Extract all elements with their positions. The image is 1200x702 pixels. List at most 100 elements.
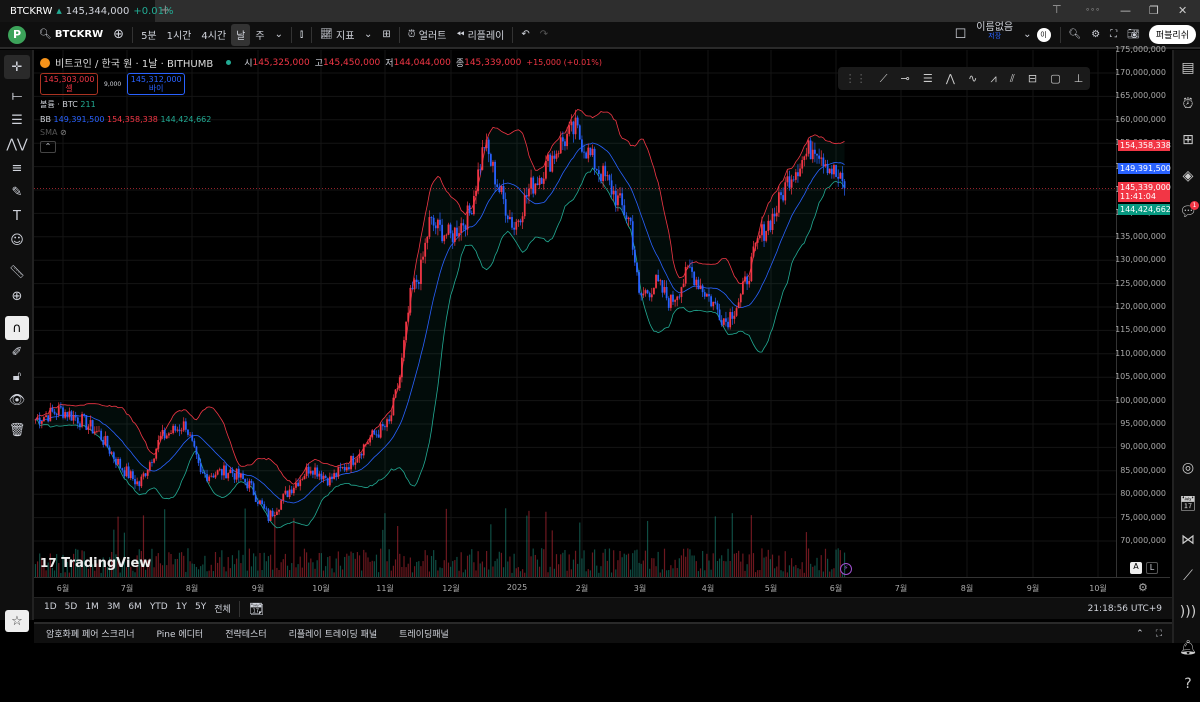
interval-1d[interactable]: 날: [231, 23, 251, 46]
timezone-goto-icon[interactable]: ⚡: [840, 563, 852, 575]
chart-type-button[interactable]: ⫾: [295, 24, 308, 46]
interval-1w[interactable]: 주: [250, 24, 269, 46]
more-button[interactable]: ∘∘∘: [1085, 5, 1100, 14]
range-1d[interactable]: 1D: [44, 602, 57, 615]
wave-icon[interactable]: ∿: [968, 72, 977, 85]
help-button[interactable]: ?: [1174, 666, 1200, 702]
fullscreen-button[interactable]: ⛶: [1105, 24, 1122, 46]
ideas-button[interactable]: ⟋: [1174, 558, 1200, 594]
interval-5m[interactable]: 5분: [136, 24, 162, 46]
bb-legend[interactable]: BB 149,391,500 154,358,338 144,424,662: [40, 115, 602, 124]
price-axis[interactable]: 175,000,000 170,000,000 165,000,000 160,000…: [1115, 45, 1171, 577]
interval-dropdown[interactable]: ⌄: [270, 24, 288, 46]
range-5d[interactable]: 5D: [65, 602, 78, 615]
fib-tool[interactable]: ☰: [0, 108, 34, 132]
templates-button[interactable]: ⊞: [377, 24, 395, 46]
profile-avatar[interactable]: P: [8, 25, 26, 44]
maximize-panel-button[interactable]: ⛶: [1156, 629, 1162, 639]
calendar-button[interactable]: 📅︎: [1174, 486, 1200, 522]
delete-drawings-tool[interactable]: 🗑︎: [0, 418, 34, 442]
chart-tab[interactable]: BTCKRW ▲ 145,344,000 +0.01%: [0, 0, 174, 22]
minimize-button[interactable]: —: [1120, 4, 1131, 17]
watchlist-star-button[interactable]: ☆: [5, 610, 29, 632]
alert-button[interactable]: ⏰︎ 얼러트: [403, 24, 452, 46]
range-ytd[interactable]: YTD: [150, 602, 168, 615]
volume-legend[interactable]: 볼륨 · BTC 211: [40, 99, 602, 110]
range-전체[interactable]: 전체: [214, 602, 231, 615]
lock-all-tool[interactable]: 🔓︎: [0, 364, 34, 388]
settings-button[interactable]: ⚙︎: [1086, 24, 1105, 46]
layout-name-button[interactable]: 이름없음 저장: [971, 22, 1018, 47]
range-icon[interactable]: ⊟: [1028, 72, 1037, 85]
layout-icon[interactable]: ⊤: [1052, 3, 1062, 16]
range-6m[interactable]: 6M: [128, 602, 142, 615]
clock[interactable]: 21:18:56 UTC+9: [1088, 604, 1162, 614]
symbol-search[interactable]: 🔍︎ BTCKRW: [34, 24, 108, 46]
bottom-tab[interactable]: 암호화폐 페어 스크리너: [46, 627, 135, 640]
compare-button[interactable]: ⊕: [108, 24, 129, 46]
layers-button[interactable]: ◈: [1174, 158, 1200, 194]
buy-button[interactable]: 145,312,000 바이: [127, 73, 186, 95]
network-button[interactable]: ⋈: [1174, 522, 1200, 558]
range-5y[interactable]: 5Y: [195, 602, 206, 615]
object-tree-button[interactable]: ⊞: [1174, 122, 1200, 158]
xabcd-pattern-icon[interactable]: ⋀: [946, 72, 955, 85]
indicators-button[interactable]: 📈︎ 지표 ⌄: [315, 24, 377, 46]
range-1m[interactable]: 1M: [85, 602, 99, 615]
text-tool[interactable]: T: [0, 204, 34, 228]
axis-settings-button[interactable]: ⚙︎: [1138, 581, 1148, 594]
prediction-tool[interactable]: ≡: [0, 156, 34, 180]
close-button[interactable]: ✕: [1178, 4, 1187, 17]
parallel-channel-icon[interactable]: ⫽: [1010, 72, 1015, 86]
hide-drawings-tool[interactable]: 👁︎: [0, 388, 34, 412]
log-scale-button[interactable]: L: [1146, 562, 1158, 574]
drag-handle-icon[interactable]: ⋮⋮: [845, 72, 867, 85]
stream-button[interactable]: ))): [1174, 594, 1200, 630]
layout-dropdown[interactable]: ⌄: [1018, 24, 1036, 46]
maximize-button[interactable]: ❐: [1149, 4, 1159, 17]
zoom-tool[interactable]: ⊕: [0, 284, 34, 308]
elliott-icon[interactable]: ⩘: [990, 72, 996, 86]
lock-drawing-tool[interactable]: ✐: [0, 340, 34, 364]
eye-hidden-icon[interactable]: ⊘: [60, 128, 67, 137]
quick-search-button[interactable]: 🔍︎: [1064, 24, 1087, 46]
pattern-tool[interactable]: ⋀⋁: [0, 132, 34, 156]
interval-1h[interactable]: 1시간: [162, 24, 197, 46]
range-3m[interactable]: 3M: [107, 602, 121, 615]
bottom-tab[interactable]: 전략테스터: [225, 627, 266, 640]
collapse-legend-button[interactable]: ⌃: [40, 141, 56, 153]
crosshair-tool[interactable]: ✛: [4, 55, 30, 79]
range-1y[interactable]: 1Y: [176, 602, 187, 615]
watchlist-button[interactable]: ▤: [1174, 50, 1200, 86]
ruler-tool[interactable]: 📏︎: [0, 260, 34, 284]
sell-button[interactable]: 145,303,000 셀: [40, 73, 98, 95]
time-axis[interactable]: ⚙︎ 6월 7월 8월 9월 10월 11월 12월 2025 2월 3월 4월 5월 6월 7월 8월 9월…: [34, 577, 1170, 597]
emoji-tool[interactable]: ☺: [0, 228, 34, 252]
trend-line-tool[interactable]: ⟝: [0, 84, 34, 108]
undo-button[interactable]: ↶: [516, 24, 534, 46]
bottom-tab[interactable]: Pine 에디터: [157, 627, 204, 640]
brush-tool[interactable]: ✎: [0, 180, 34, 204]
notifications-button[interactable]: 🔔︎: [1174, 630, 1200, 666]
sma-legend[interactable]: SMA ⊘: [40, 128, 602, 137]
expand-panel-button[interactable]: ⌃: [1136, 629, 1144, 639]
horizontal-ray-icon[interactable]: ⊸: [901, 72, 910, 85]
replay-button[interactable]: ⏪︎ 리플레이: [451, 24, 509, 46]
bottom-tab[interactable]: 리플레이 트레이딩 패널: [289, 627, 378, 640]
new-tab-button[interactable]: +: [160, 3, 171, 18]
alerts-button[interactable]: ⏰︎: [1174, 86, 1200, 122]
goto-date-button[interactable]: 📆︎: [249, 602, 264, 616]
interval-4h[interactable]: 4시간: [196, 24, 231, 46]
multi-layout-button[interactable]: ☐: [950, 24, 972, 46]
auto-scale-button[interactable]: A: [1130, 562, 1142, 574]
chats-button[interactable]: 💬︎ 1: [1174, 194, 1200, 230]
lines-icon[interactable]: ☰: [923, 72, 933, 85]
target-button[interactable]: ◎: [1174, 450, 1200, 486]
snapshot-button[interactable]: 📷︎: [1122, 24, 1145, 46]
magnet-tool[interactable]: ∩: [5, 316, 29, 340]
trendline-icon[interactable]: ⟋: [880, 72, 888, 86]
redo-button[interactable]: ↷: [535, 24, 553, 46]
publish-button[interactable]: 퍼블리쉬: [1148, 25, 1196, 44]
bottom-tab[interactable]: 트레이딩패널: [399, 627, 449, 640]
measure-icon[interactable]: ⊥: [1074, 72, 1084, 85]
